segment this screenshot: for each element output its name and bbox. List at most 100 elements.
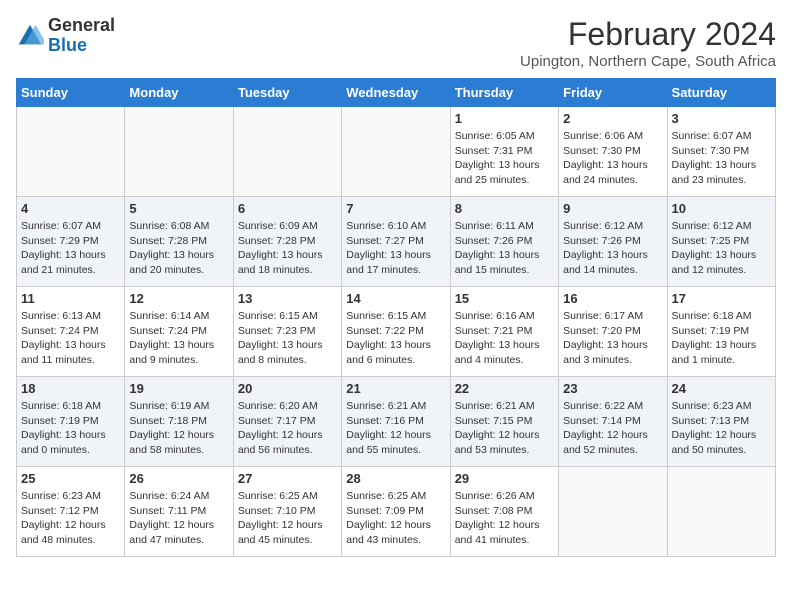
calendar-cell: 8 Sunrise: 6:11 AMSunset: 7:26 PMDaylight… <box>450 197 558 287</box>
calendar-cell: 28Sunrise: 6:25 AMSunset: 7:09 PMDayligh… <box>342 467 450 557</box>
day-info: Sunrise: 6:05 AMSunset: 7:31 PMDaylight:… <box>455 129 554 188</box>
logo-general-text: General <box>48 15 115 35</box>
day-info: Sunrise: 6:23 AMSunset: 7:13 PMDaylight:… <box>672 399 771 458</box>
day-number: 15 <box>455 291 554 306</box>
day-number: 13 <box>238 291 337 306</box>
weekday-header-row: SundayMondayTuesdayWednesdayThursdayFrid… <box>17 79 776 107</box>
day-number: 23 <box>563 381 662 396</box>
day-info: Sunrise: 6:13 AMSunset: 7:24 PMDaylight:… <box>21 309 120 368</box>
location: Upington, Northern Cape, South Africa <box>520 53 776 70</box>
day-number: 7 <box>346 201 445 216</box>
calendar-cell: 23 Sunrise: 6:22 AMSunset: 7:14 PMDayligh… <box>559 377 667 467</box>
day-info: Sunrise: 6:15 AMSunset: 7:23 PMDaylight:… <box>238 309 337 368</box>
calendar-cell: 16 Sunrise: 6:17 AMSunset: 7:20 PMDayligh… <box>559 287 667 377</box>
calendar-cell: 20Sunrise: 6:20 AMSunset: 7:17 PMDayligh… <box>233 377 341 467</box>
calendar-cell: 11 Sunrise: 6:13 AMSunset: 7:24 PMDayligh… <box>17 287 125 377</box>
weekday-header: Friday <box>559 79 667 107</box>
day-info: Sunrise: 6:21 AMSunset: 7:16 PMDaylight:… <box>346 399 445 458</box>
logo-icon <box>16 22 44 50</box>
calendar-cell <box>233 107 341 197</box>
calendar-cell: 18 Sunrise: 6:18 AMSunset: 7:19 PMDayligh… <box>17 377 125 467</box>
day-info: Sunrise: 6:07 AMSunset: 7:30 PMDaylight:… <box>672 129 771 188</box>
month-year: February 2024 <box>520 16 776 53</box>
day-info: Sunrise: 6:25 AMSunset: 7:10 PMDaylight:… <box>238 489 337 548</box>
weekday-header: Wednesday <box>342 79 450 107</box>
day-number: 4 <box>21 201 120 216</box>
weekday-header: Tuesday <box>233 79 341 107</box>
day-info: Sunrise: 6:11 AMSunset: 7:26 PMDaylight:… <box>455 219 554 278</box>
calendar-week-row: 18 Sunrise: 6:18 AMSunset: 7:19 PMDayligh… <box>17 377 776 467</box>
calendar-cell: 27Sunrise: 6:25 AMSunset: 7:10 PMDayligh… <box>233 467 341 557</box>
day-number: 10 <box>672 201 771 216</box>
day-number: 9 <box>563 201 662 216</box>
calendar-cell: 5 Sunrise: 6:08 AMSunset: 7:28 PMDaylight… <box>125 197 233 287</box>
day-info: Sunrise: 6:10 AMSunset: 7:27 PMDaylight:… <box>346 219 445 278</box>
day-info: Sunrise: 6:22 AMSunset: 7:14 PMDaylight:… <box>563 399 662 458</box>
calendar-cell: 29 Sunrise: 6:26 AMSunset: 7:08 PMDayligh… <box>450 467 558 557</box>
weekday-header: Sunday <box>17 79 125 107</box>
day-number: 17 <box>672 291 771 306</box>
day-info: Sunrise: 6:09 AMSunset: 7:28 PMDaylight:… <box>238 219 337 278</box>
calendar-cell: 6 Sunrise: 6:09 AMSunset: 7:28 PMDaylight… <box>233 197 341 287</box>
day-number: 1 <box>455 111 554 126</box>
day-info: Sunrise: 6:08 AMSunset: 7:28 PMDaylight:… <box>129 219 228 278</box>
calendar-cell: 9Sunrise: 6:12 AMSunset: 7:26 PMDaylight… <box>559 197 667 287</box>
weekday-header: Thursday <box>450 79 558 107</box>
day-number: 26 <box>129 471 228 486</box>
day-number: 11 <box>21 291 120 306</box>
day-info: Sunrise: 6:23 AMSunset: 7:12 PMDaylight:… <box>21 489 120 548</box>
day-info: Sunrise: 6:19 AMSunset: 7:18 PMDaylight:… <box>129 399 228 458</box>
calendar-cell <box>342 107 450 197</box>
day-info: Sunrise: 6:07 AMSunset: 7:29 PMDaylight:… <box>21 219 120 278</box>
calendar-week-row: 1 Sunrise: 6:05 AMSunset: 7:31 PMDaylight… <box>17 107 776 197</box>
day-number: 14 <box>346 291 445 306</box>
day-number: 29 <box>455 471 554 486</box>
calendar-cell: 1 Sunrise: 6:05 AMSunset: 7:31 PMDaylight… <box>450 107 558 197</box>
calendar: SundayMondayTuesdayWednesdayThursdayFrid… <box>16 78 776 557</box>
calendar-cell: 7 Sunrise: 6:10 AMSunset: 7:27 PMDaylight… <box>342 197 450 287</box>
title-area: February 2024 Upington, Northern Cape, S… <box>520 16 776 70</box>
calendar-cell: 25Sunrise: 6:23 AMSunset: 7:12 PMDayligh… <box>17 467 125 557</box>
day-info: Sunrise: 6:14 AMSunset: 7:24 PMDaylight:… <box>129 309 228 368</box>
calendar-cell: 4 Sunrise: 6:07 AMSunset: 7:29 PMDaylight… <box>17 197 125 287</box>
calendar-cell: 13 Sunrise: 6:15 AMSunset: 7:23 PMDayligh… <box>233 287 341 377</box>
calendar-week-row: 11 Sunrise: 6:13 AMSunset: 7:24 PMDayligh… <box>17 287 776 377</box>
calendar-week-row: 25Sunrise: 6:23 AMSunset: 7:12 PMDayligh… <box>17 467 776 557</box>
day-info: Sunrise: 6:17 AMSunset: 7:20 PMDaylight:… <box>563 309 662 368</box>
logo: General Blue <box>16 16 115 56</box>
calendar-cell: 10Sunrise: 6:12 AMSunset: 7:25 PMDayligh… <box>667 197 775 287</box>
header: General Blue February 2024 Upington, Nor… <box>16 16 776 70</box>
day-number: 12 <box>129 291 228 306</box>
day-info: Sunrise: 6:16 AMSunset: 7:21 PMDaylight:… <box>455 309 554 368</box>
day-number: 6 <box>238 201 337 216</box>
weekday-header: Monday <box>125 79 233 107</box>
calendar-cell: 24 Sunrise: 6:23 AMSunset: 7:13 PMDayligh… <box>667 377 775 467</box>
day-info: Sunrise: 6:18 AMSunset: 7:19 PMDaylight:… <box>21 399 120 458</box>
calendar-cell: 26 Sunrise: 6:24 AMSunset: 7:11 PMDayligh… <box>125 467 233 557</box>
day-number: 16 <box>563 291 662 306</box>
calendar-cell: 21 Sunrise: 6:21 AMSunset: 7:16 PMDayligh… <box>342 377 450 467</box>
day-info: Sunrise: 6:06 AMSunset: 7:30 PMDaylight:… <box>563 129 662 188</box>
day-info: Sunrise: 6:24 AMSunset: 7:11 PMDaylight:… <box>129 489 228 548</box>
calendar-cell <box>17 107 125 197</box>
calendar-week-row: 4 Sunrise: 6:07 AMSunset: 7:29 PMDaylight… <box>17 197 776 287</box>
day-number: 18 <box>21 381 120 396</box>
day-number: 21 <box>346 381 445 396</box>
day-number: 8 <box>455 201 554 216</box>
calendar-cell <box>559 467 667 557</box>
day-number: 24 <box>672 381 771 396</box>
day-info: Sunrise: 6:26 AMSunset: 7:08 PMDaylight:… <box>455 489 554 548</box>
calendar-cell <box>125 107 233 197</box>
day-info: Sunrise: 6:25 AMSunset: 7:09 PMDaylight:… <box>346 489 445 548</box>
day-info: Sunrise: 6:18 AMSunset: 7:19 PMDaylight:… <box>672 309 771 368</box>
day-info: Sunrise: 6:21 AMSunset: 7:15 PMDaylight:… <box>455 399 554 458</box>
day-number: 19 <box>129 381 228 396</box>
day-number: 22 <box>455 381 554 396</box>
day-number: 5 <box>129 201 228 216</box>
day-number: 20 <box>238 381 337 396</box>
calendar-cell: 14Sunrise: 6:15 AMSunset: 7:22 PMDayligh… <box>342 287 450 377</box>
calendar-cell: 19 Sunrise: 6:19 AMSunset: 7:18 PMDayligh… <box>125 377 233 467</box>
calendar-cell <box>667 467 775 557</box>
calendar-cell: 2Sunrise: 6:06 AMSunset: 7:30 PMDaylight… <box>559 107 667 197</box>
calendar-cell: 3Sunrise: 6:07 AMSunset: 7:30 PMDaylight… <box>667 107 775 197</box>
